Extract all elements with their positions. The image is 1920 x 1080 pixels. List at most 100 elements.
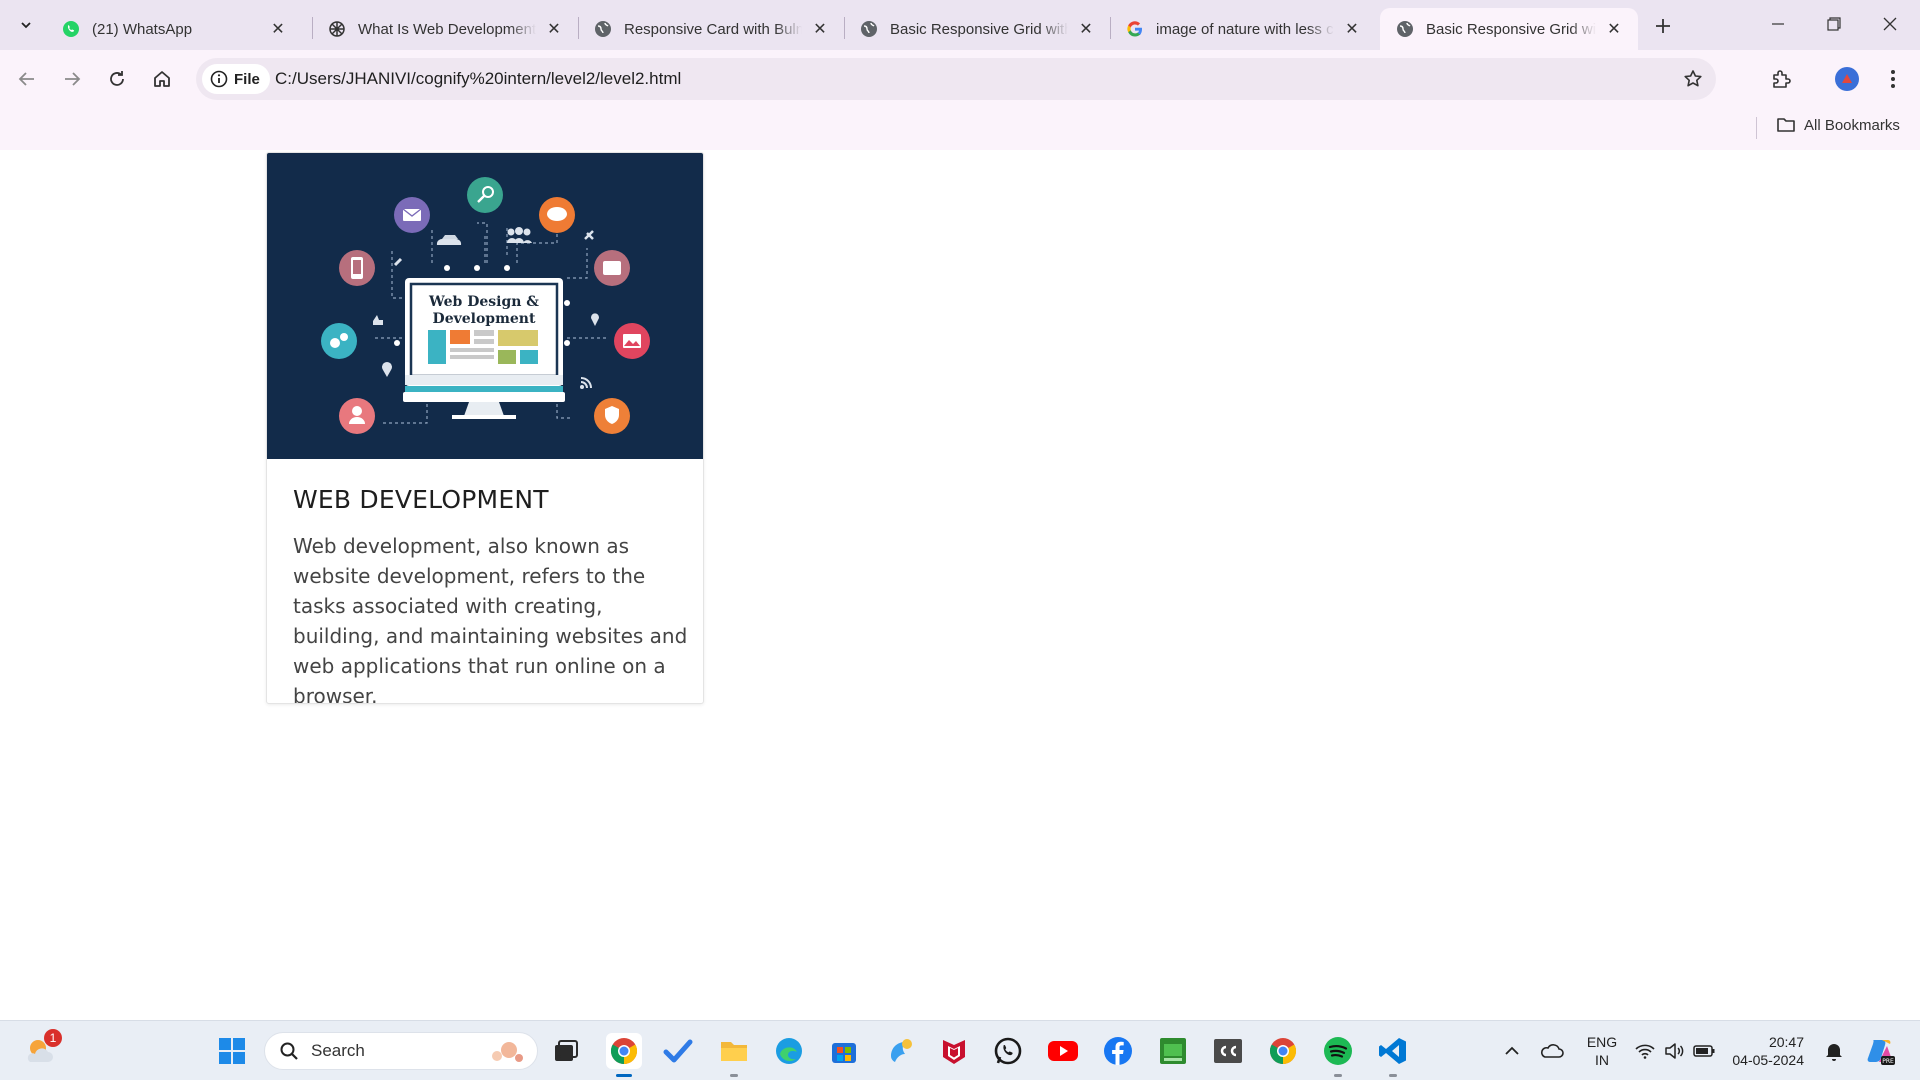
close-window-button[interactable] (1862, 0, 1918, 48)
taskbar-edge[interactable] (771, 1033, 807, 1069)
site-info-chip[interactable]: File (202, 64, 270, 94)
close-icon[interactable]: ✕ (544, 19, 564, 39)
notifications-button[interactable] (1816, 1033, 1852, 1069)
taskbar-todo[interactable] (660, 1033, 696, 1069)
globe-icon (1396, 20, 1414, 38)
forward-button[interactable] (55, 62, 89, 96)
taskbar-chrome[interactable] (606, 1033, 642, 1077)
chrome-icon (1269, 1038, 1297, 1065)
back-button[interactable] (10, 62, 44, 96)
illustration-caption-line2: Development (433, 311, 536, 327)
card-description: Web development, also known as website d… (293, 534, 688, 704)
taskbar-app-green[interactable] (1155, 1033, 1191, 1069)
bookmark-star-button[interactable] (1678, 64, 1708, 94)
all-bookmarks-button[interactable]: All Bookmarks (1776, 116, 1900, 134)
browser-toolbar: File C:/Users/JHANIVI/cognify%20intern/l… (0, 50, 1920, 108)
captions-icon (1214, 1039, 1242, 1063)
home-icon (154, 71, 170, 87)
tab-basic-responsive-grid-active[interactable]: Basic Responsive Grid with ✕ (1380, 8, 1638, 50)
tab-strip: (21) WhatsApp ✕ What Is Web Development … (0, 0, 1920, 50)
wifi-icon (1635, 1044, 1655, 1059)
start-button[interactable] (214, 1033, 250, 1069)
tab-title: What Is Web Development (358, 20, 536, 38)
home-button[interactable] (145, 62, 179, 96)
taskbar-facebook[interactable] (1100, 1033, 1136, 1069)
tab-basic-responsive-grid-1[interactable]: Basic Responsive Grid with ✕ (844, 8, 1110, 50)
language-indicator[interactable]: ENG IN (1582, 1033, 1622, 1069)
taskbar-search[interactable]: Search (264, 1032, 538, 1070)
close-icon (1883, 17, 1897, 31)
profile-button[interactable] (1830, 62, 1864, 96)
chrome-icon (610, 1038, 638, 1065)
clock-time: 20:47 (1768, 1034, 1804, 1050)
vscode-icon (1379, 1038, 1406, 1064)
spotify-icon (1324, 1037, 1352, 1065)
clock-date: 04-05-2024 (1732, 1052, 1804, 1068)
tab-search-button[interactable] (12, 11, 40, 39)
taskbar-whatsapp[interactable] (990, 1033, 1026, 1069)
card-title: WEB DEVELOPMENT (293, 485, 549, 514)
edge-icon (776, 1038, 802, 1064)
onedrive-button[interactable] (1534, 1033, 1570, 1069)
task-view-button[interactable] (548, 1033, 584, 1069)
quick-settings-button[interactable] (1630, 1033, 1720, 1069)
puzzle-icon (1773, 70, 1791, 88)
tab-title: (21) WhatsApp (92, 20, 193, 38)
taskbar-store[interactable] (826, 1033, 862, 1069)
taskbar-file-explorer[interactable] (716, 1033, 752, 1077)
task-view-icon (555, 1040, 578, 1061)
extensions-button[interactable] (1764, 62, 1798, 96)
search-placeholder: Search (311, 1041, 365, 1060)
taskbar-cc[interactable] (1210, 1033, 1246, 1069)
close-icon[interactable]: ✕ (1076, 19, 1096, 39)
copilot-preview-button[interactable]: PRE (1862, 1033, 1898, 1069)
star-icon (1684, 70, 1702, 87)
show-hidden-icons-button[interactable] (1494, 1033, 1530, 1069)
checkmark-icon (663, 1039, 693, 1063)
clock[interactable]: 20:47 04-05-2024 (1728, 1033, 1804, 1069)
globe-icon (594, 20, 612, 38)
facebook-icon (1104, 1037, 1132, 1065)
info-icon (210, 70, 228, 88)
more-vertical-icon (1891, 70, 1895, 88)
store-icon (832, 1043, 856, 1063)
tab-whatsapp[interactable]: (21) WhatsApp ✕ (46, 8, 302, 50)
region-code: IN (1595, 1052, 1609, 1068)
weather-widget[interactable]: 1 (22, 1029, 62, 1069)
close-icon[interactable]: ✕ (810, 19, 830, 39)
site-info-label: File (234, 70, 260, 88)
taskbar-vscode[interactable] (1375, 1033, 1411, 1077)
new-tab-button[interactable] (1648, 11, 1678, 41)
close-icon[interactable]: ✕ (1342, 19, 1362, 39)
taskbar-chrome-profile[interactable] (1265, 1033, 1301, 1069)
address-bar[interactable]: File C:/Users/JHANIVI/cognify%20intern/l… (196, 58, 1716, 100)
all-bookmarks-label: All Bookmarks (1804, 116, 1900, 134)
taskbar-copilot[interactable] (882, 1033, 918, 1069)
tab-title: Basic Responsive Grid with (1426, 20, 1596, 38)
taskbar-youtube[interactable] (1045, 1033, 1081, 1069)
chevron-up-icon (1505, 1046, 1519, 1055)
volume-icon (1665, 1043, 1684, 1059)
notification-badge: 1 (44, 1029, 62, 1047)
youtube-icon (1048, 1041, 1078, 1061)
globe-icon (860, 20, 878, 38)
restore-button[interactable] (1806, 0, 1862, 48)
tab-image-of-nature[interactable]: image of nature with less c ✕ (1110, 8, 1376, 50)
url-text[interactable]: C:/Users/JHANIVI/cognify%20intern/level2… (275, 69, 681, 89)
close-icon[interactable]: ✕ (268, 19, 288, 39)
taskbar-mcafee[interactable] (936, 1033, 972, 1069)
search-highlight-icon (492, 1042, 523, 1062)
reload-button[interactable] (100, 62, 134, 96)
menu-button[interactable] (1876, 62, 1910, 96)
illustration-caption-line1: Web Design & (428, 294, 539, 310)
tab-responsive-card-bulma[interactable]: Responsive Card with Bulma ✕ (578, 8, 844, 50)
taskbar: 1 Search ENG IN 20:47 04-05-2024 PRE (0, 1020, 1920, 1080)
close-icon[interactable]: ✕ (1604, 19, 1624, 39)
arrow-left-icon (18, 72, 34, 86)
copilot-icon (891, 1039, 912, 1062)
taskbar-spotify[interactable] (1320, 1033, 1356, 1077)
google-icon (1126, 20, 1144, 38)
whatsapp-icon (62, 20, 80, 38)
minimize-button[interactable] (1750, 0, 1806, 48)
tab-what-is-web-development[interactable]: What Is Web Development ✕ (312, 8, 578, 50)
